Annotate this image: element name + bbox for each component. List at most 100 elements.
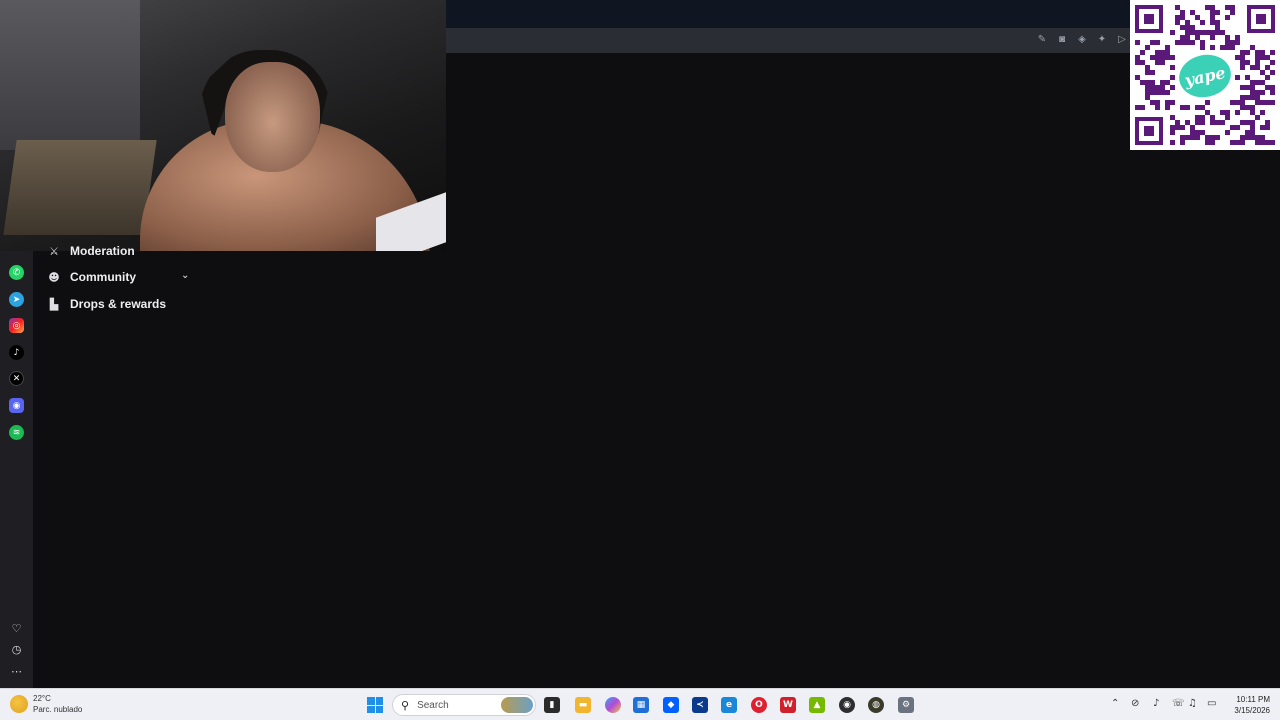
qr-module [1150,100,1155,105]
discord-icon[interactable]: ◉ [9,398,24,413]
payment-qr-code: yape [1130,0,1280,150]
qr-module [1195,15,1200,20]
qr-module [1155,50,1160,55]
opera-icon[interactable]: O [751,697,767,713]
qr-module [1265,125,1270,130]
qr-module [1200,45,1205,50]
qr-module [1210,45,1215,50]
nav-item-community[interactable]: ☻ Community [47,267,136,287]
qr-module [1155,55,1160,60]
qr-module [1235,55,1240,60]
qr-module [1240,135,1245,140]
settings-gear-icon[interactable]: ⚙ [898,697,914,713]
battery-icon[interactable]: ▭ [1207,698,1216,709]
copilot-icon[interactable] [605,697,621,713]
task-view-icon[interactable]: ▮ [544,697,560,713]
more-icon[interactable]: ⋯ [9,664,24,679]
phone-icon[interactable]: ☏ [1172,698,1185,709]
qr-module [1225,5,1230,10]
qr-module [1195,135,1200,140]
x-icon[interactable]: ✕ [9,371,24,386]
qr-module [1235,110,1240,115]
qr-module [1225,15,1230,20]
tiktok-icon[interactable]: ♪ [9,345,24,360]
instagram-icon[interactable]: ◎ [9,318,24,333]
heart-icon[interactable]: ♡ [9,621,24,636]
qr-module [1210,10,1215,15]
shield-icon[interactable]: ◈ [1076,33,1088,45]
qr-module [1235,140,1240,145]
edge-icon[interactable]: e [721,697,737,713]
microphone-icon[interactable]: ♪ [1153,698,1159,709]
qr-module [1190,125,1195,130]
spotify-icon[interactable]: ≋ [9,425,24,440]
nav-item-moderation[interactable]: ⚔ Moderation [47,241,135,261]
weather-temp: 22°C [33,694,51,703]
qr-module [1255,65,1260,70]
qr-module [1230,5,1235,10]
qr-module [1185,35,1190,40]
app-icon[interactable]: ◍ [868,697,884,713]
qr-module [1210,5,1215,10]
qr-module [1150,85,1155,90]
telegram-icon[interactable]: ➤ [9,292,24,307]
qr-module [1155,40,1160,45]
qr-module [1175,125,1180,130]
qr-module [1240,55,1245,60]
qr-module [1205,100,1210,105]
nav-item-drops-rewards[interactable]: ▙ Drops & rewards [47,294,166,314]
system-clock[interactable]: 10:11 PM 3/15/2026 [1234,694,1270,716]
qr-module [1265,120,1270,125]
obs-icon[interactable]: ◉ [839,697,855,713]
speaker-icon[interactable]: ♫ [1188,698,1197,709]
network-off-icon[interactable]: ⊘ [1131,698,1139,709]
store-icon[interactable]: ▦ [633,697,649,713]
qr-module [1170,55,1175,60]
qr-module [1150,55,1155,60]
qr-module [1250,120,1255,125]
qr-module [1135,55,1140,60]
qr-module [1260,50,1265,55]
qr-module [1140,60,1145,65]
qr-module [1230,100,1235,105]
qr-module [1250,130,1255,135]
vscode-icon[interactable]: ≺ [692,697,708,713]
qr-module [1165,90,1170,95]
file-explorer-icon[interactable]: ▬ [575,697,591,713]
qr-module [1270,100,1275,105]
qr-module [1165,50,1170,55]
qr-module [1185,105,1190,110]
whatsapp-icon[interactable]: ✆ [9,265,24,280]
nvidia-icon[interactable]: ▲ [809,697,825,713]
qr-module [1230,140,1235,145]
play-icon[interactable]: ▷ [1116,33,1128,45]
qr-module [1240,100,1245,105]
qr-module [1160,90,1165,95]
edit-icon[interactable]: ✎ [1036,33,1048,45]
qr-module [1205,5,1210,10]
clock-icon[interactable]: ◷ [9,642,24,657]
qr-module [1270,50,1275,55]
toolbar-icons: ✎ ◙ ◈ ✦ ▷ [1036,33,1128,45]
chevron-down-icon[interactable]: ⌄ [181,270,189,281]
qr-module [1140,105,1145,110]
windows-start-icon[interactable] [367,697,383,713]
weather-widget[interactable]: 22°C Parc. nublado [10,693,82,715]
qr-module [1155,60,1160,65]
qr-module [1240,85,1245,90]
qr-module [1245,75,1250,80]
extension-icon[interactable]: ✦ [1096,33,1108,45]
qr-module [1190,10,1195,15]
chevron-up-icon[interactable]: ⌃ [1111,698,1119,709]
camera-icon[interactable]: ◙ [1056,33,1068,45]
qr-module [1155,105,1160,110]
qr-module [1225,115,1230,120]
qr-module [1250,135,1255,140]
wps-icon[interactable]: W [780,697,796,713]
qr-module [1245,60,1250,65]
taskbar-search[interactable]: ⚲ Search [392,694,536,716]
qr-module [1255,80,1260,85]
qr-module [1185,120,1190,125]
search-label: Search [417,699,449,711]
dropbox-icon[interactable]: ◆ [663,697,679,713]
